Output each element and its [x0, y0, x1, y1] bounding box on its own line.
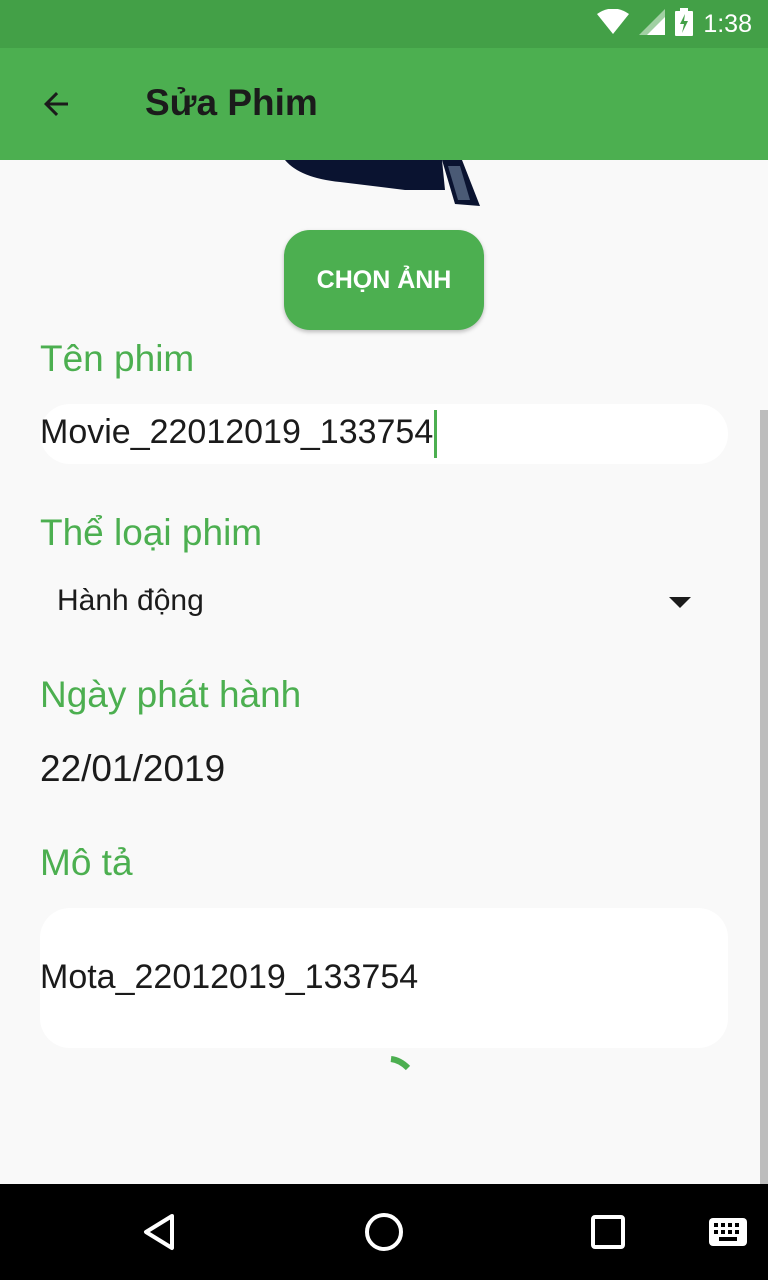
text-caret	[434, 410, 438, 458]
navigation-bar	[0, 1184, 768, 1280]
genre-label: Thể loại phim	[40, 512, 263, 553]
edit-movie-form[interactable]: CHỌN ẢNH Tên phim Movie_22012019_133754 …	[0, 160, 768, 1184]
status-time: 1:38	[703, 9, 752, 38]
loading-spinner-icon	[390, 1056, 411, 1071]
scrollbar[interactable]	[760, 410, 768, 1184]
status-bar: 1:38	[0, 0, 768, 48]
back-triangle-icon	[144, 1214, 174, 1250]
movie-name-field[interactable]: Movie_22012019_133754	[40, 404, 728, 464]
description-field[interactable]: Mota_22012019_133754	[40, 908, 728, 1048]
genre-selected-value: Hành động	[57, 584, 204, 617]
cell-signal-icon	[639, 9, 666, 39]
wifi-icon	[597, 8, 630, 39]
app-bar: Sửa Phim	[0, 48, 768, 160]
arrow-back-icon	[44, 92, 68, 116]
battery-charging-icon	[675, 8, 694, 40]
movie-name-value: Movie_22012019_133754	[40, 412, 434, 451]
release-date-field[interactable]: 22/01/2019	[40, 748, 225, 790]
nav-back-button[interactable]	[130, 1202, 190, 1262]
page-title: Sửa Phim	[145, 82, 318, 123]
recents-square-icon	[591, 1215, 625, 1249]
description-value: Mota_22012019_133754	[40, 958, 419, 996]
release-date-label: Ngày phát hành	[40, 674, 302, 715]
dropdown-arrow-icon	[669, 597, 691, 608]
movie-name-text[interactable]: Movie_22012019_133754	[40, 410, 438, 458]
movie-poster-image	[285, 160, 480, 206]
status-icons: 1:38	[597, 0, 752, 48]
movie-name-label: Tên phim	[40, 338, 195, 379]
keyboard-switch-button[interactable]	[698, 1202, 758, 1262]
keyboard-icon	[709, 1218, 747, 1246]
nav-home-button[interactable]	[354, 1202, 414, 1262]
home-circle-icon	[365, 1213, 403, 1251]
back-button[interactable]	[26, 74, 86, 134]
pick-image-button[interactable]: CHỌN ẢNH	[284, 230, 484, 330]
nav-recents-button[interactable]	[578, 1202, 638, 1262]
description-label: Mô tả	[40, 842, 133, 883]
